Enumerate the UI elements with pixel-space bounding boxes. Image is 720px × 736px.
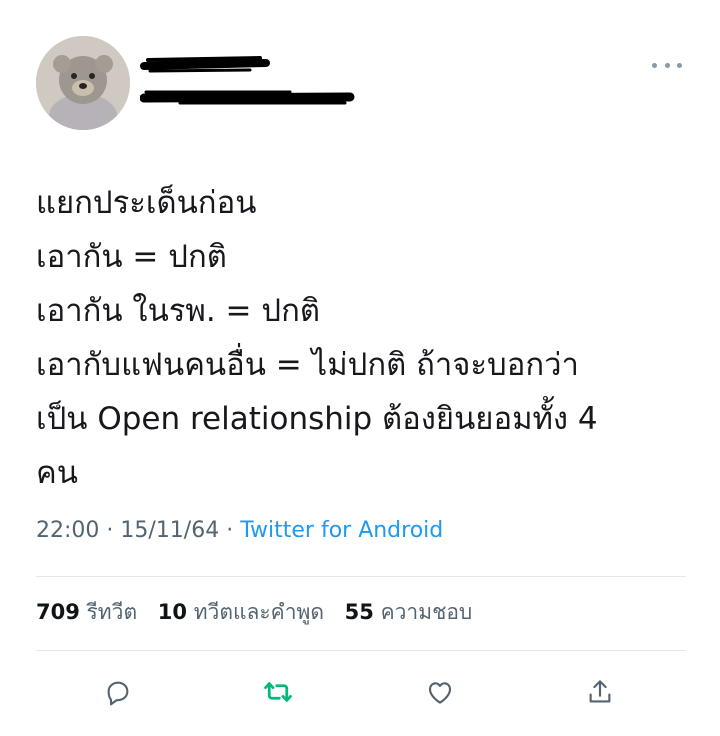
retweets-label: รีทวีต (86, 600, 138, 624)
tweet-line: คน (36, 455, 78, 491)
tweet-line: เอากับแฟนคนอื่น = ไม่ปกติ ถ้าจะบอกว่า (36, 347, 579, 383)
tweet-source-link[interactable]: Twitter for Android (240, 518, 443, 543)
likes-stat[interactable]: 55 ความชอบ (345, 600, 473, 624)
tweet-line: เอากัน ในรพ. = ปกติ (36, 293, 320, 329)
retweets-count: 709 (36, 600, 80, 624)
tweet-stats: 709 รีทวีต 10 ทวีตและคำพูด 55 ความชอบ (36, 596, 486, 629)
tweet-text: แยกประเด็นก่อน เอากัน = ปกติ เอากัน ในรพ… (36, 176, 696, 500)
redacted-display-name (140, 56, 270, 73)
divider (36, 576, 686, 577)
tweet-date[interactable]: 15/11/64 (120, 518, 219, 543)
quotes-count: 10 (157, 600, 188, 624)
more-options-button[interactable] (652, 58, 682, 72)
tweet-meta: 22:00 · 15/11/64 · Twitter for Android (36, 518, 443, 543)
quotes-label: ทวีตและคำพูด (193, 600, 324, 624)
likes-label: ความชอบ (380, 600, 473, 624)
tweet-line: แยกประเด็นก่อน (36, 185, 257, 221)
avatar[interactable] (36, 36, 130, 130)
reply-button[interactable] (98, 672, 138, 712)
quotes-stat[interactable]: 10 ทวีตและคำพูด (158, 600, 331, 624)
share-icon (589, 680, 611, 703)
reply-icon (107, 681, 129, 706)
retweet-icon (264, 682, 292, 702)
share-button[interactable] (580, 672, 620, 712)
divider (36, 650, 686, 651)
tweet-line: เอากัน = ปกติ (36, 239, 227, 275)
more-dots-icon (652, 62, 657, 68)
redacted-handle (140, 90, 355, 105)
tweet-line: เป็น Open relationship ต้องยินยอมทั้ง 4 (36, 401, 598, 437)
like-button[interactable] (420, 672, 460, 712)
meta-separator: · (226, 518, 234, 543)
tweet-time[interactable]: 22:00 (36, 518, 99, 543)
heart-icon (428, 682, 452, 704)
retweets-stat[interactable]: 709 รีทวีต (36, 600, 144, 624)
retweet-button[interactable] (258, 672, 298, 712)
likes-count: 55 (344, 600, 374, 624)
meta-separator: · (106, 518, 114, 543)
